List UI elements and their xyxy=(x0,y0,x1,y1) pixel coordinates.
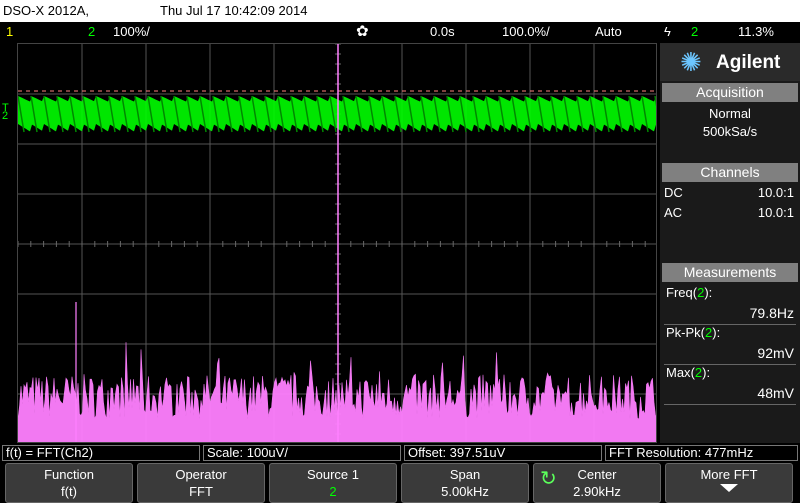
softkey-label: More FFT xyxy=(700,467,758,482)
math-function-info: f(t) = FFT(Ch2) xyxy=(2,445,200,461)
softkey-value: f(t) xyxy=(61,484,77,499)
channel-2-ground-marker[interactable]: T2 xyxy=(2,103,14,122)
softkey-label: Span xyxy=(449,467,481,482)
horizontal-delay: 0.0s xyxy=(430,24,455,39)
brand-name: Agilent xyxy=(716,52,781,73)
trigger-mode: Auto xyxy=(595,24,622,39)
rotate-knob-icon: ↻ xyxy=(540,468,557,490)
fft-resolution-info: FFT Resolution: 477mHz xyxy=(605,445,798,461)
acquisition-header: Acquisition xyxy=(662,83,798,102)
softkey-label: Function xyxy=(44,467,94,482)
measurement-max-label: Max(2): xyxy=(666,365,711,380)
span-softkey[interactable]: Span 5.00kHz xyxy=(401,463,529,503)
waveform-display[interactable] xyxy=(17,43,657,443)
date-time: Thu Jul 17 10:42:09 2014 xyxy=(160,3,308,18)
trigger-level: 11.3% xyxy=(738,24,774,39)
measurement-pkpk-label: Pk-Pk(2): xyxy=(666,325,721,340)
agilent-spark-icon: ✺ xyxy=(680,47,702,77)
trigger-edge-icon: ϟ xyxy=(664,24,671,39)
acquisition-mode: Normal xyxy=(709,106,751,121)
horizontal-knob-icon: ✿ xyxy=(356,23,369,40)
measurement-freq-value: 79.8Hz xyxy=(749,305,794,321)
measurement-freq-label: Freq(2): xyxy=(666,285,713,300)
side-panel: ✺ Agilent Acquisition Normal 500kSa/s Ch… xyxy=(660,43,800,443)
softkey-label: Operator xyxy=(175,467,227,482)
title-bar: DSO-X 2012A, Thu Jul 17 10:42:09 2014 xyxy=(0,0,800,22)
softkey-value: 2 xyxy=(329,484,337,499)
divider xyxy=(664,404,796,405)
channel-2-scale: 100%/ xyxy=(113,24,150,39)
down-arrow-icon xyxy=(720,484,738,492)
sample-rate: 500kSa/s xyxy=(702,124,758,139)
status-bar: 1 2 100%/ ✿ 0.0s 100.0%/ Auto ϟ 2 11.3% xyxy=(0,22,800,42)
channel-1-indicator[interactable]: 1 xyxy=(6,24,13,39)
math-info-line: f(t) = FFT(Ch2) Scale: 100uV/ Offset: 39… xyxy=(0,444,800,462)
instrument-model: DSO-X 2012A, xyxy=(3,3,89,18)
source1-softkey[interactable]: Source 1 2 xyxy=(269,463,397,503)
channel-2-probe: 10.0:1 xyxy=(757,205,794,220)
measurements-header: Measurements xyxy=(662,263,798,282)
math-scale-info: Scale: 100uV/ xyxy=(203,445,401,461)
softkey-value: FFT xyxy=(189,484,213,499)
trigger-channel: 2 xyxy=(691,24,699,39)
channel-1-coupling: DC xyxy=(664,185,683,200)
more-fft-softkey[interactable]: More FFT xyxy=(665,463,793,503)
channels-header: Channels xyxy=(662,163,798,182)
center-softkey[interactable]: ↻ Center 2.90kHz xyxy=(533,463,661,503)
measurement-pkpk-value: 92mV xyxy=(757,345,794,361)
channel-1-probe: 10.0:1 xyxy=(757,185,794,200)
brand-logo: ✺ Agilent xyxy=(660,43,800,81)
softkey-bar: Function f(t) Operator FFT Source 1 2 Sp… xyxy=(0,462,800,503)
graticule xyxy=(18,44,656,442)
timebase: 100.0%/ xyxy=(502,24,550,39)
softkey-label: Source 1 xyxy=(306,467,360,482)
channel-2-indicator[interactable]: 2 xyxy=(88,24,95,39)
function-softkey[interactable]: Function f(t) xyxy=(5,463,133,503)
math-offset-info: Offset: 397.51uV xyxy=(404,445,602,461)
channel-2-coupling: AC xyxy=(664,205,683,220)
measurement-max-value: 48mV xyxy=(757,385,794,401)
operator-softkey[interactable]: Operator FFT xyxy=(137,463,265,503)
softkey-value: 5.00kHz xyxy=(441,484,489,499)
